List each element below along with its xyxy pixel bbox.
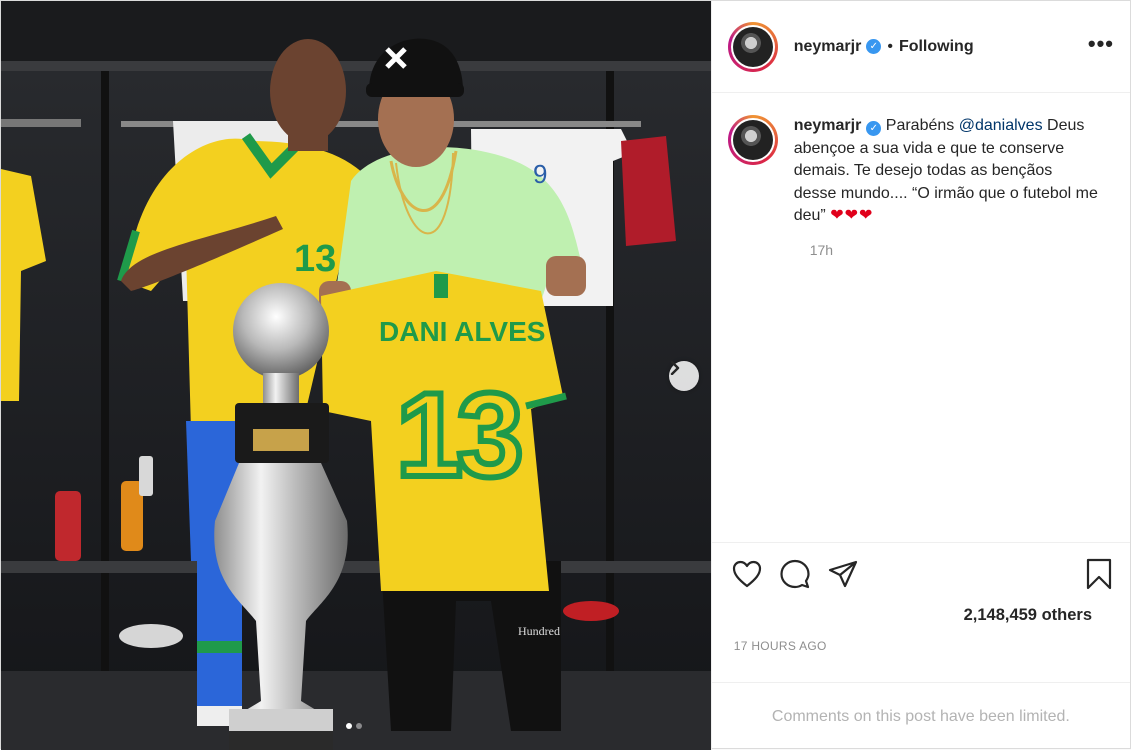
post-timestamp[interactable]: 17 HOURS AGO (712, 634, 1130, 682)
post-media[interactable]: 13 DANI ALVES 13 9 Hundred (1, 1, 711, 750)
verified-icon: ✓ (866, 39, 882, 54)
separator-dot: • (887, 37, 893, 55)
like-button[interactable] (732, 560, 762, 588)
comments-limited-notice: Comments on this post have been limited. (711, 682, 1130, 750)
comments-area: neymarjr ✓ Parabéns @danialves Deus abenç… (712, 93, 1130, 542)
more-icon[interactable]: ••• (1088, 32, 1114, 61)
post-header: neymarjr ✓ • Following ••• (711, 1, 1130, 93)
svg-text:DANI ALVES: DANI ALVES (379, 316, 545, 347)
svg-text:Hundred: Hundred (518, 624, 560, 638)
carousel-dot (346, 723, 352, 729)
share-button[interactable] (828, 560, 858, 588)
svg-text:9: 9 (533, 159, 547, 189)
carousel-dot (356, 723, 362, 729)
locker-room-photo: 13 DANI ALVES 13 9 Hundred (1, 1, 711, 750)
username-link[interactable]: neymarjr (794, 38, 862, 56)
following-button[interactable]: Following (899, 38, 974, 56)
svg-text:13: 13 (294, 238, 336, 280)
chevron-right-icon (670, 361, 680, 375)
post-side-panel: neymarjr ✓ • Following ••• neymarjr ✓ Par… (710, 1, 1130, 750)
carousel-indicator (346, 723, 362, 729)
comment-button[interactable] (780, 559, 810, 589)
caption-text: neymarjr ✓ Parabéns @danialves Deus abenç… (794, 115, 1099, 228)
avatar[interactable] (727, 21, 778, 72)
caption: neymarjr ✓ Parabéns @danialves Deus abenç… (727, 115, 1114, 228)
likes-count[interactable]: 2,148,459 others (712, 604, 1130, 634)
action-bar (711, 542, 1130, 604)
save-button[interactable] (1086, 558, 1112, 590)
next-image-button[interactable] (669, 361, 699, 391)
mention-link[interactable]: @danialves (959, 117, 1043, 134)
comment-icon (780, 559, 810, 588)
verified-icon: ✓ (866, 121, 882, 136)
heart-emoji: ❤❤❤ (830, 207, 874, 224)
post-dialog: 13 DANI ALVES 13 9 Hundred neymarjr ✓ • … (0, 0, 1131, 750)
caption-prefix: Parabéns (885, 117, 955, 134)
caption-username[interactable]: neymarjr (794, 117, 862, 134)
heart-icon (732, 560, 761, 587)
caption-time[interactable]: 17h (810, 242, 1114, 258)
share-icon (828, 560, 857, 587)
bookmark-icon (1086, 558, 1112, 589)
caption-avatar[interactable] (727, 115, 778, 165)
svg-text:13: 13 (396, 368, 520, 502)
